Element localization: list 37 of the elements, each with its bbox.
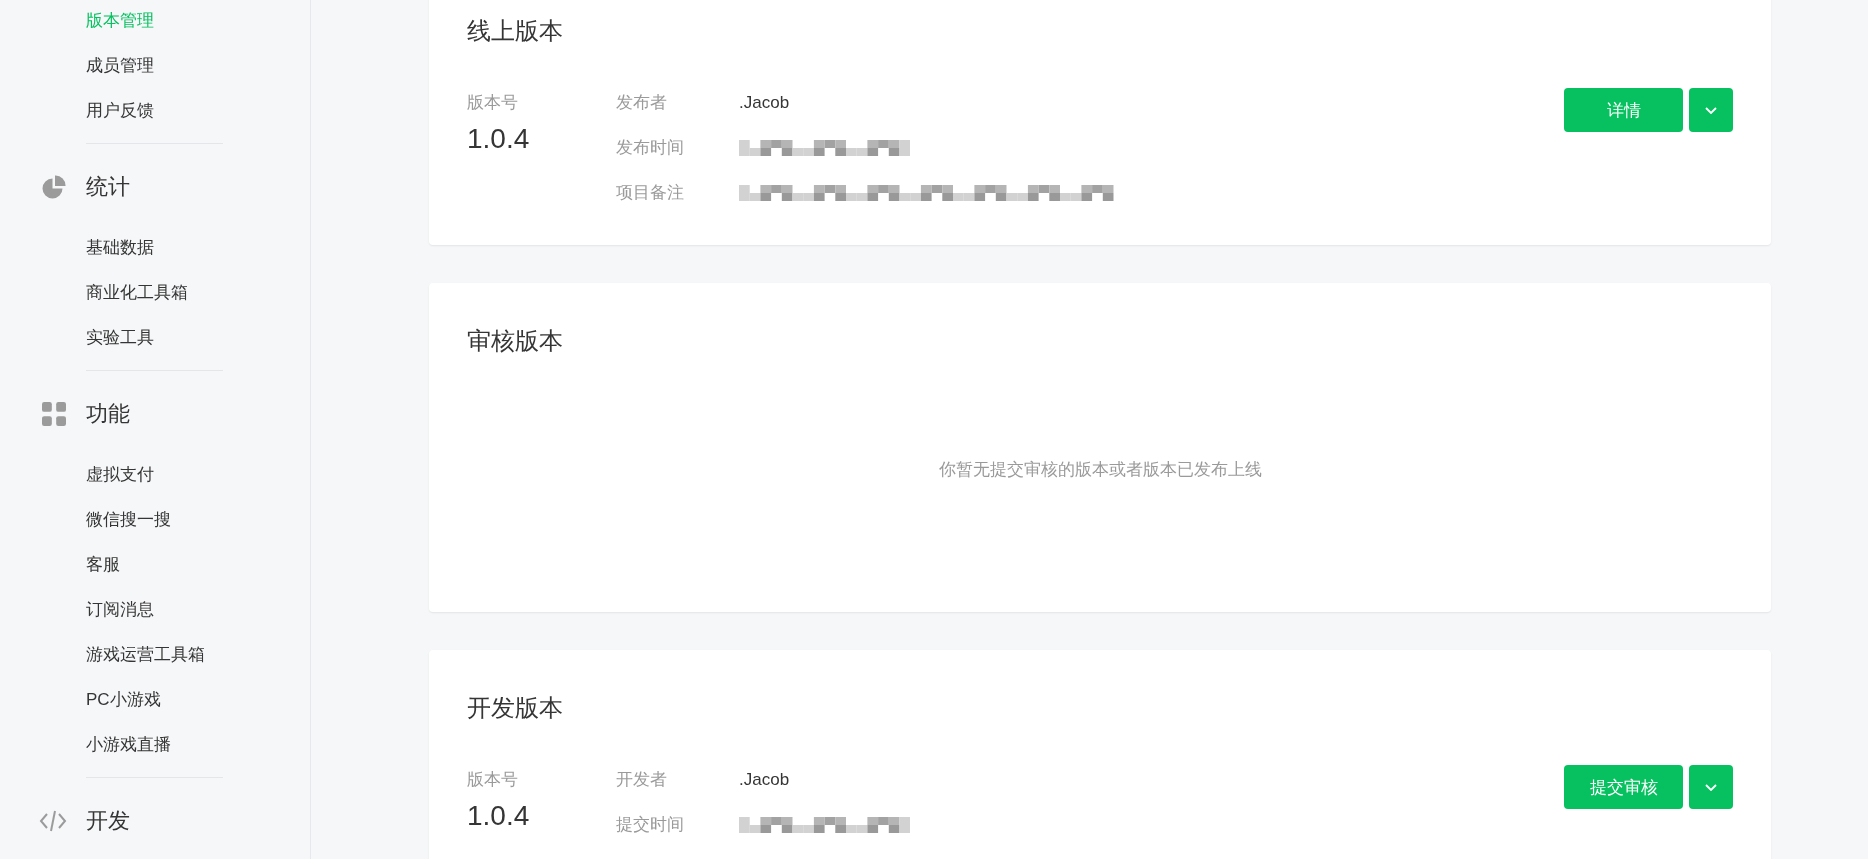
card-title: 线上版本 <box>467 16 563 46</box>
sidebar-item[interactable]: 用户反馈 <box>86 99 154 122</box>
field-label: 项目备注 <box>616 181 685 204</box>
field-label: 发布者 <box>616 91 668 114</box>
sidebar-item[interactable]: 订阅消息 <box>86 598 154 621</box>
sidebar-item[interactable]: 虚拟支付 <box>86 463 154 486</box>
sidebar-item[interactable]: 游戏运营工具箱 <box>86 643 205 666</box>
dropdown-button[interactable] <box>1689 88 1733 132</box>
empty-message: 你暂无提交审核的版本或者版本已发布上线 <box>938 458 1262 481</box>
version-number: 1.0.4 <box>467 799 530 833</box>
sidebar-section-title: 统计 <box>86 173 130 201</box>
field-value: .Jacob <box>739 768 790 791</box>
sidebar-item[interactable]: 基础数据 <box>86 236 154 259</box>
field-label: 发布时间 <box>616 136 685 159</box>
field-label: 提交时间 <box>616 813 685 836</box>
sidebar-section-title: 开发 <box>86 807 130 835</box>
version-number: 1.0.4 <box>467 122 530 156</box>
sidebar-item[interactable]: 微信搜一搜 <box>86 508 171 531</box>
field-label: 版本号 <box>467 768 518 791</box>
card-title: 审核版本 <box>467 326 563 356</box>
sidebar-item[interactable]: 商业化工具箱 <box>86 281 188 304</box>
sidebar-item[interactable]: 客服 <box>86 553 120 576</box>
sidebar-item[interactable]: PC小游戏 <box>86 688 161 711</box>
field-label: 开发者 <box>616 768 668 791</box>
grid-icon <box>42 402 66 426</box>
chevron-down-icon <box>1705 106 1717 114</box>
pie-chart-icon <box>42 175 66 199</box>
sidebar-item[interactable]: 成员管理 <box>86 54 154 77</box>
code-icon <box>39 810 67 832</box>
field-label: 版本号 <box>467 91 518 114</box>
field-value: .Jacob <box>739 91 790 114</box>
dropdown-button[interactable] <box>1689 765 1733 809</box>
chevron-down-icon <box>1705 783 1717 791</box>
sidebar-section-title: 功能 <box>86 400 130 428</box>
sidebar-item[interactable]: 实验工具 <box>86 326 154 349</box>
card-title: 开发版本 <box>467 693 563 723</box>
sidebar-item[interactable]: 小游戏直播 <box>86 733 171 756</box>
